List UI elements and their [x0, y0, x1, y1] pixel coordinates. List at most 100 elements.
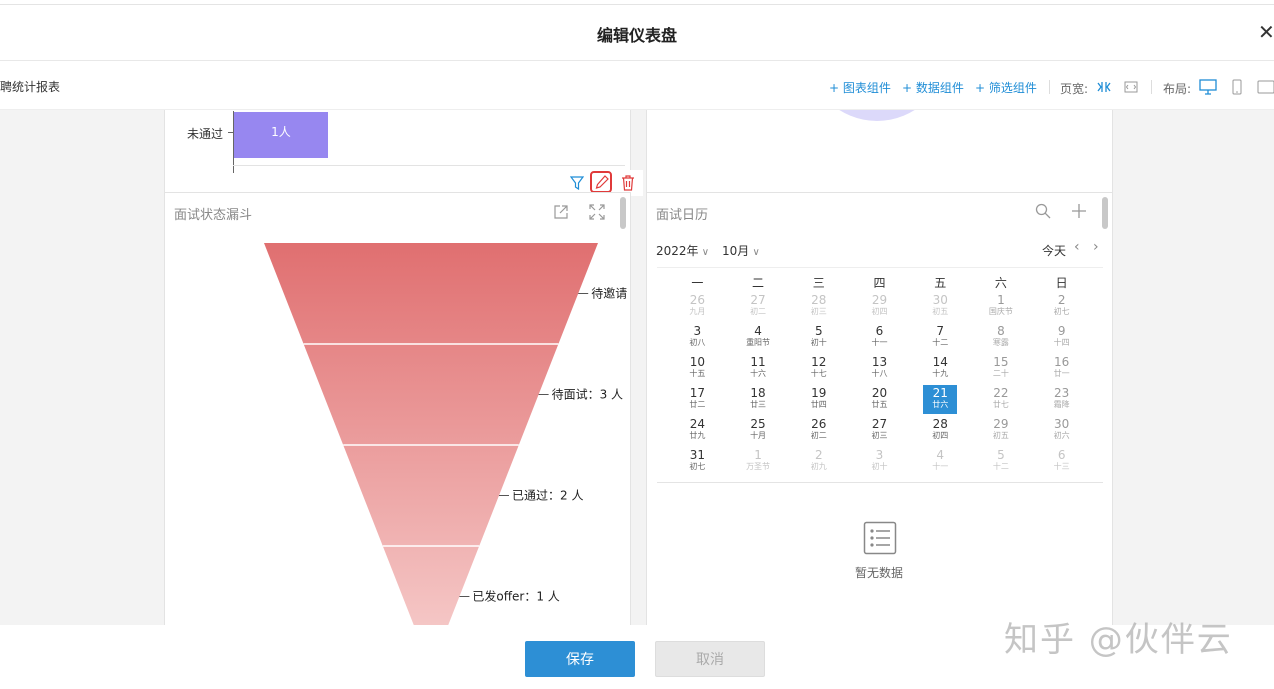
calendar-day[interactable]: 13 十八	[863, 354, 897, 383]
day-number: 6	[1057, 448, 1066, 462]
calendar-day[interactable]: 6 十一	[863, 323, 897, 352]
lunar-date: 初六	[1053, 431, 1070, 440]
calendar-day[interactable]: 11 十六	[741, 354, 775, 383]
calendar-day[interactable]: 19 廿四	[802, 385, 836, 414]
desktop-layout-icon[interactable]	[1199, 79, 1217, 95]
calendar-day[interactable]: 7 十二	[923, 323, 957, 352]
next-month-icon[interactable]: ›	[1093, 239, 1099, 255]
day-number: 28	[932, 417, 948, 431]
calendar-day[interactable]: 28 初四	[923, 416, 957, 445]
calendar-day[interactable]: 24 廿九	[680, 416, 714, 445]
funnel-card[interactable]: 面试状态漏斗 待邀请 待面试：3 人已通过：2 人已发offer：1 人	[164, 192, 631, 625]
month-select[interactable]: 10月 ∨	[722, 242, 760, 259]
calendar-day[interactable]: 12 十七	[802, 354, 836, 383]
search-icon[interactable]	[1035, 203, 1051, 219]
calendar-day[interactable]: 25 十月	[741, 416, 775, 445]
calendar-day[interactable]: 26 初二	[802, 416, 836, 445]
day-number: 19	[811, 386, 827, 400]
lunar-date: 二十	[992, 369, 1009, 378]
calendar-day[interactable]: 16 廿一	[1045, 354, 1079, 383]
lunar-date: 初七	[1053, 307, 1070, 316]
lunar-date: 初二	[810, 431, 827, 440]
calendar-day[interactable]: 5 初十	[802, 323, 836, 352]
calendar-card[interactable]: 面试日历 2022年 ∨ 10月 ∨ 今天 ‹ › 一二三四五六日 26 九月 27…	[646, 192, 1113, 625]
calendar-day[interactable]: 4 十一	[923, 447, 957, 476]
toolbar-divider	[1151, 80, 1152, 94]
add-filter-component-button[interactable]: + 筛选组件	[975, 79, 1037, 96]
header-divider	[0, 60, 1274, 61]
calendar-day[interactable]: 4 重阳节	[741, 323, 775, 352]
calendar-day[interactable]: 3 初八	[680, 323, 714, 352]
calendar-day[interactable]: 27 初二	[741, 292, 775, 321]
save-button[interactable]: 保存	[525, 641, 635, 677]
scrollbar-thumb[interactable]	[1102, 197, 1108, 229]
calendar-day[interactable]: 27 初三	[863, 416, 897, 445]
calendar-day[interactable]: 9 十四	[1045, 323, 1079, 352]
weekday-header: 一二三四五六日	[667, 274, 1092, 290]
calendar-day[interactable]: 8 寒露	[984, 323, 1018, 352]
day-number: 29	[993, 417, 1009, 431]
cancel-button[interactable]: 取消	[655, 641, 765, 677]
funnel-stage-label: 待面试：3 人	[552, 387, 623, 402]
lunar-date: 十九	[932, 369, 949, 378]
fit-width-icon[interactable]	[1097, 80, 1111, 94]
dashboard-canvas: 未通过 1人 面试状态漏斗 待邀请 待面试：3 人 已通过：2 人 已发offe…	[0, 110, 1274, 625]
calendar-day[interactable]: 20 廿五	[863, 385, 897, 414]
calendar-day[interactable]: 30 初五	[923, 292, 957, 321]
lunar-date: 初八	[689, 338, 706, 347]
lunar-date: 寒露	[992, 338, 1009, 347]
calendar-day[interactable]: 1 国庆节	[984, 292, 1018, 321]
calendar-day[interactable]: 26 九月	[680, 292, 714, 321]
calendar-day[interactable]: 15 二十	[984, 354, 1018, 383]
funnel-body	[264, 243, 598, 625]
add-icon[interactable]	[1071, 203, 1087, 219]
calendar-day[interactable]: 5 十二	[984, 447, 1018, 476]
day-number: 7	[936, 324, 945, 338]
add-data-component-button[interactable]: + 数据组件	[902, 79, 964, 96]
weekday-label: 四	[873, 276, 886, 290]
calendar-day[interactable]: 28 初三	[802, 292, 836, 321]
prev-month-icon[interactable]: ‹	[1074, 239, 1080, 255]
calendar-day[interactable]: 22 廿七	[984, 385, 1018, 414]
calendar-day[interactable]: 31 初七	[680, 447, 714, 476]
lunar-date: 重阳节	[746, 338, 771, 347]
calendar-day[interactable]: 29 初五	[984, 416, 1018, 445]
filter-icon[interactable]	[570, 176, 584, 190]
day-number: 22	[993, 386, 1009, 400]
calendar-day[interactable]: 2 初七	[1045, 292, 1079, 321]
day-number: 26	[689, 293, 705, 307]
edit-button[interactable]	[590, 171, 612, 193]
calendar-day[interactable]: 10 十五	[680, 354, 714, 383]
today-button[interactable]: 今天	[1042, 242, 1066, 259]
calendar-day[interactable]: 1 万圣节	[741, 447, 775, 476]
calendar-day[interactable]: 30 初六	[1045, 416, 1079, 445]
calendar-day[interactable]: 29 初四	[863, 292, 897, 321]
calendar-day[interactable]: 3 初十	[863, 447, 897, 476]
empty-state-text: 暂无数据	[855, 566, 904, 580]
close-icon[interactable]: ✕	[1258, 20, 1274, 44]
lunar-date: 十一	[871, 338, 888, 347]
calendar-day[interactable]: 2 初九	[802, 447, 836, 476]
day-number: 8	[997, 324, 1005, 338]
day-number: 27	[871, 417, 888, 431]
day-number: 4	[754, 324, 762, 338]
mobile-layout-icon[interactable]	[1231, 79, 1243, 95]
calendar-day[interactable]: 23 霜降	[1045, 385, 1079, 414]
fixed-width-icon[interactable]	[1124, 80, 1138, 94]
calendar-day[interactable]: 14 十九	[923, 354, 957, 383]
add-chart-component-button[interactable]: + 图表组件	[829, 79, 891, 96]
day-number: 28	[811, 293, 827, 307]
weekday-label: 二	[752, 276, 765, 290]
year-select[interactable]: 2022年 ∨	[656, 242, 709, 259]
tablet-layout-icon[interactable]	[1257, 80, 1274, 94]
year-value: 2022年	[656, 244, 699, 258]
day-number: 23	[1054, 386, 1070, 400]
calendar-day[interactable]: 17 廿二	[680, 385, 714, 414]
calendar-day[interactable]: 6 十三	[1045, 447, 1079, 476]
day-number: 29	[871, 293, 888, 307]
calendar-day-selected[interactable]: 21 廿六	[923, 385, 958, 414]
delete-icon[interactable]	[621, 175, 635, 191]
lunar-date: 初四	[871, 307, 888, 316]
calendar-day[interactable]: 18 廿三	[741, 385, 775, 414]
day-number: 15	[993, 355, 1009, 369]
